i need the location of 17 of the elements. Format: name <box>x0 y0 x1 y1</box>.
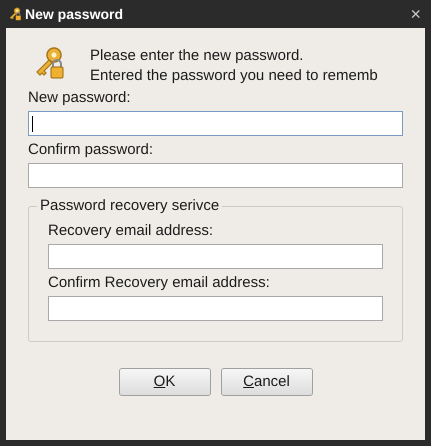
text-cursor <box>32 116 33 132</box>
field-label: Confirm Recovery email address: <box>48 273 271 293</box>
field-label: New password: <box>28 88 132 108</box>
group-title: Password recovery serivce <box>37 196 222 216</box>
message-line: Entered the password you need to rememb <box>90 66 378 86</box>
close-button[interactable]: × <box>410 5 421 23</box>
ok-button[interactable]: OK <box>118 368 210 396</box>
message-line: Please enter the new password. <box>90 46 304 66</box>
cancel-button[interactable]: Cancel <box>220 368 312 396</box>
input-field[interactable] <box>48 296 383 321</box>
lock-icon <box>8 7 22 21</box>
input-field[interactable] <box>48 244 383 269</box>
field-label: Confirm password: <box>28 140 154 160</box>
field-label: Recovery email address: <box>48 221 214 241</box>
input-field[interactable] <box>28 111 403 136</box>
window-title: New password <box>25 4 124 24</box>
input-field[interactable] <box>28 163 403 188</box>
